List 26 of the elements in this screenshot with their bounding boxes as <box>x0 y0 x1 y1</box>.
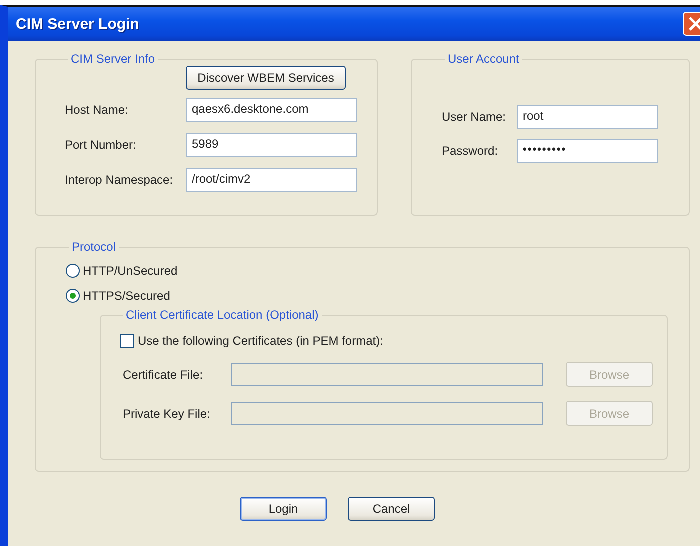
group-title: Protocol <box>71 240 118 254</box>
radio-label[interactable]: HTTPS/Secured <box>83 288 170 302</box>
checkbox[interactable] <box>120 334 134 348</box>
radio-button[interactable] <box>66 288 80 302</box>
input-field[interactable]: qaesx6.desktone.com <box>186 98 357 122</box>
group-title: CIM Server Info <box>70 52 156 66</box>
input-field[interactable]: root <box>517 105 658 129</box>
field-label: Interop Namespace: <box>65 173 174 187</box>
radio-label[interactable]: HTTP/UnSecured <box>83 264 178 278</box>
input-field[interactable]: 5989 <box>186 133 357 157</box>
field-label: Host Name: <box>65 103 130 117</box>
group-title: User Account <box>447 52 520 66</box>
cancel-button[interactable]: Cancel <box>348 497 435 521</box>
discover-button[interactable]: Discover WBEM Services <box>186 66 346 90</box>
field-label: Certificate File: <box>122 368 204 382</box>
input-field[interactable]: /root/cimv2 <box>186 168 357 192</box>
group-title: Client Certificate Location (Optional) <box>125 308 320 322</box>
field-label: Port Number: <box>65 138 138 152</box>
field-label: Password: <box>442 144 500 158</box>
field-label: User Name: <box>442 110 508 124</box>
password-field[interactable]: ••••••••• <box>517 139 658 163</box>
radio-button[interactable] <box>66 264 80 278</box>
checkbox-label[interactable]: Use the following Certificates (in PEM format): <box>138 334 384 348</box>
field-label: Private Key File: <box>122 406 212 420</box>
login-button[interactable]: Login <box>240 497 327 521</box>
window-title: CIM Server Login <box>16 16 140 32</box>
